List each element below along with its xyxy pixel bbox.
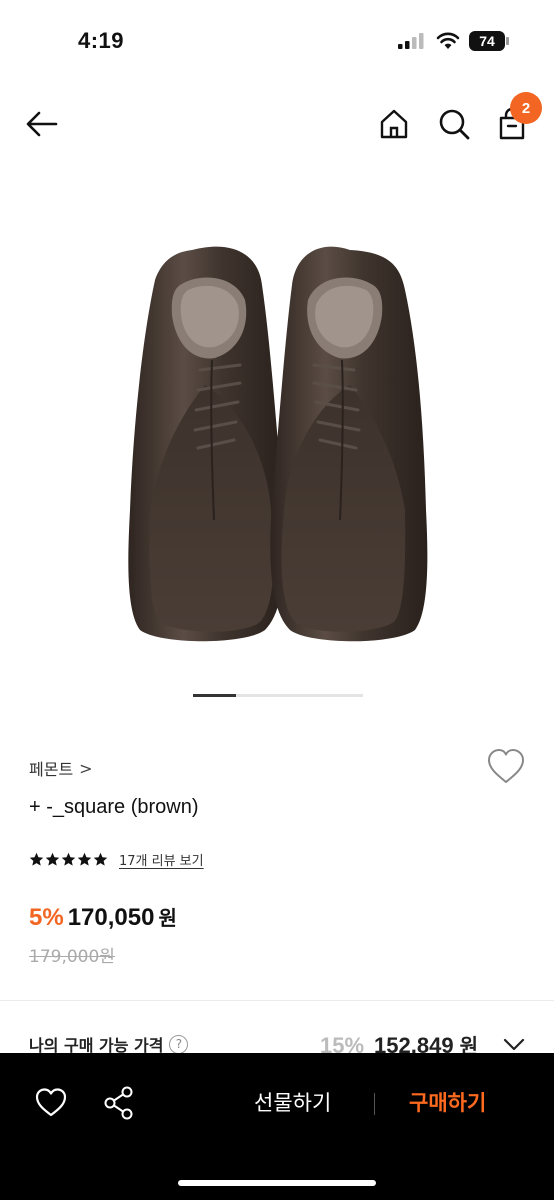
home-icon[interactable]	[376, 106, 412, 142]
product-image[interactable]	[0, 190, 554, 680]
star-icon	[45, 852, 60, 866]
chevron-down-icon[interactable]	[502, 1034, 526, 1054]
bottom-action-bar: 선물하기 구매하기	[0, 1053, 554, 1200]
battery-icon: 74	[469, 31, 509, 51]
wifi-icon	[436, 32, 460, 49]
back-arrow-icon[interactable]	[24, 106, 60, 142]
review-link[interactable]: 17개 리뷰 보기	[119, 850, 204, 869]
search-icon[interactable]	[436, 106, 472, 142]
original-price: 179,000원	[29, 947, 115, 967]
bar-divider	[374, 1093, 375, 1115]
image-carousel-indicator	[193, 694, 363, 697]
wishlist-heart-icon[interactable]	[486, 748, 526, 786]
discount-rate: 5%	[29, 904, 64, 931]
home-indicator	[178, 1180, 376, 1186]
cellular-signal-icon	[398, 33, 424, 49]
battery-level: 74	[479, 33, 495, 49]
carousel-active-segment	[193, 694, 236, 697]
star-rating	[29, 852, 108, 867]
star-icon	[61, 852, 76, 866]
star-icon	[77, 852, 92, 866]
sale-price: 170,050	[67, 904, 155, 931]
cart-count-badge: 2	[510, 92, 542, 124]
price-row: 5% 170,050 원	[29, 902, 177, 932]
help-icon[interactable]: ?	[169, 1034, 189, 1054]
status-time: 4:19	[78, 28, 125, 53]
left-shoe	[128, 246, 285, 642]
price-unit: 원	[158, 906, 177, 930]
product-name: + -_square (brown)	[29, 796, 199, 818]
share-icon[interactable]	[102, 1085, 136, 1121]
buy-button[interactable]: 구매하기	[409, 1087, 486, 1117]
gift-button[interactable]: 선물하기	[254, 1087, 331, 1117]
heart-icon[interactable]	[34, 1087, 68, 1119]
right-shoe	[270, 246, 428, 642]
star-icon	[29, 852, 44, 866]
brand-name: 페몬트	[29, 760, 74, 779]
star-icon	[93, 852, 108, 866]
chevron-right-icon: >	[79, 758, 93, 778]
brand-link[interactable]: 페몬트 >	[29, 756, 93, 780]
rating-row: 17개 리뷰 보기	[29, 850, 204, 869]
section-divider	[0, 1000, 554, 1001]
top-nav	[0, 90, 554, 160]
status-bar: 4:19 74	[0, 0, 554, 80]
